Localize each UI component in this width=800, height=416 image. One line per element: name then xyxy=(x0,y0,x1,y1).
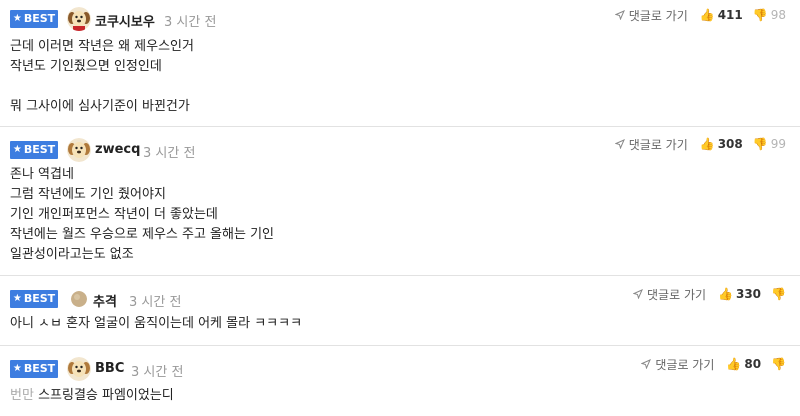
comment-line: 그럼 작년에도 기인 줬어야지 xyxy=(10,187,166,202)
like-button[interactable]: 👍 308 xyxy=(700,137,743,151)
dislike-button[interactable]: 👎 xyxy=(771,287,786,301)
dislike-button[interactable]: 👎 98 xyxy=(753,8,786,22)
comment-body: 존나 역겹네 그럼 작년에도 기인 줬어야지 기인 개인퍼포먼스 작년이 더 좋… xyxy=(10,165,274,265)
star-icon: ★ xyxy=(12,363,22,374)
thumbs-down-icon: 👎 xyxy=(752,8,768,22)
like-button[interactable]: 👍 411 xyxy=(700,8,743,22)
send-icon xyxy=(614,10,625,20)
comment-line: 근데 이러면 작년은 왜 제우스인거 xyxy=(10,39,194,54)
comment-line: 작년도 기인줬으면 인정인데 xyxy=(10,59,162,74)
like-count: 308 xyxy=(717,137,743,151)
thumbs-up-icon: 👍 xyxy=(726,357,742,371)
avatar[interactable] xyxy=(71,291,87,307)
avatar[interactable] xyxy=(67,7,91,31)
thumbs-up-icon: 👍 xyxy=(699,137,715,151)
like-count: 411 xyxy=(717,8,743,22)
comment-line: 아니 ㅅㅂ 혼자 얼굴이 움직이는데 어케 몰라 ㅋㅋㅋㅋ xyxy=(10,316,303,331)
comment-time: 3 시간 전 xyxy=(129,295,182,310)
comment-line: 작년에는 월즈 우승으로 제우스 주고 올해는 기인 xyxy=(10,227,274,242)
dog-avatar xyxy=(67,7,91,31)
reply-link[interactable]: 댓글로 가기 xyxy=(641,356,714,373)
dislike-count: 99 xyxy=(770,137,786,151)
comment-item: ★ BEST BBC 3 시간 전 댓글로 가기 👍 80 👎 번만 스프링결승… xyxy=(0,346,800,416)
comment-author[interactable]: BBC xyxy=(95,361,124,376)
reply-link-label: 댓글로 가기 xyxy=(647,287,707,302)
comment-line xyxy=(10,77,194,97)
like-button[interactable]: 👍 330 xyxy=(718,287,761,301)
like-button[interactable]: 👍 80 xyxy=(726,357,761,371)
send-icon xyxy=(614,139,625,149)
thumbs-up-icon: 👍 xyxy=(718,287,733,301)
best-badge: ★ BEST xyxy=(10,141,58,159)
comment-body: 번만 스프링결승 파엠이었는디 xyxy=(10,386,174,406)
avatar[interactable] xyxy=(67,138,91,162)
best-badge: ★ BEST xyxy=(10,10,58,28)
dislike-button[interactable]: 👎 xyxy=(771,357,786,371)
comment-author[interactable]: 추격 xyxy=(93,291,117,310)
reply-link-label: 댓글로 가기 xyxy=(655,357,715,372)
comment-line: 일관성이라고는도 없조 xyxy=(10,247,134,262)
comment-item: ★ BEST 코쿠시보우 3 시간 전 댓글로 가기 👍 411 👎 98 근데… xyxy=(0,0,800,127)
comment-prefix: 번만 xyxy=(10,388,34,403)
dog-avatar xyxy=(67,138,91,162)
comment-line: 스프링결승 파엠이었는디 xyxy=(38,388,174,403)
reply-link[interactable]: 댓글로 가기 xyxy=(633,286,706,303)
best-badge-label: BEST xyxy=(23,362,56,375)
comment-time: 3 시간 전 xyxy=(143,146,196,161)
best-badge: ★ BEST xyxy=(10,360,58,378)
avatar[interactable] xyxy=(67,357,91,381)
reply-link-label: 댓글로 가기 xyxy=(628,8,688,23)
comment-line: 뭐 그사이에 심사기준이 바뀐건가 xyxy=(10,99,190,114)
comment-item: ★ BEST zwecq 3 시간 전 댓글로 가기 👍 308 👎 99 존나… xyxy=(0,127,800,276)
send-icon xyxy=(641,359,652,369)
ball-avatar xyxy=(71,291,87,307)
comment-author[interactable]: zwecq xyxy=(95,142,140,157)
reply-link[interactable]: 댓글로 가기 xyxy=(614,136,688,153)
best-badge: ★ BEST xyxy=(10,290,58,308)
reply-link[interactable]: 댓글로 가기 xyxy=(614,7,688,24)
like-count: 80 xyxy=(744,357,762,371)
comment-line: 기인 개인퍼포먼스 작년이 더 좋았는데 xyxy=(10,207,218,222)
star-icon: ★ xyxy=(12,144,22,155)
thumbs-down-icon: 👎 xyxy=(771,357,786,371)
reply-link-label: 댓글로 가기 xyxy=(628,137,688,152)
dislike-count: 98 xyxy=(770,8,786,22)
star-icon: ★ xyxy=(12,293,22,304)
thumbs-up-icon: 👍 xyxy=(699,8,715,22)
comment-time: 3 시간 전 xyxy=(131,365,184,380)
best-badge-label: BEST xyxy=(23,12,56,25)
comment-time: 3 시간 전 xyxy=(164,15,217,30)
comment-body: 아니 ㅅㅂ 혼자 얼굴이 움직이는데 어케 몰라 ㅋㅋㅋㅋ xyxy=(10,314,302,334)
best-badge-label: BEST xyxy=(23,143,56,156)
send-icon xyxy=(633,289,643,299)
best-badge-label: BEST xyxy=(23,292,56,305)
comment-body: 근데 이러면 작년은 왜 제우스인거 작년도 기인줬으면 인정인데 뭐 그사이에… xyxy=(10,37,194,117)
comment-line: 존나 역겹네 xyxy=(10,167,74,182)
like-count: 330 xyxy=(735,287,762,301)
star-icon: ★ xyxy=(12,13,22,24)
dislike-button[interactable]: 👎 99 xyxy=(753,137,786,151)
thumbs-down-icon: 👎 xyxy=(752,137,768,151)
comment-author[interactable]: 코쿠시보우 xyxy=(95,11,155,30)
dog-avatar xyxy=(67,357,91,381)
comment-item: ★ BEST 추격 3 시간 전 댓글로 가기 👍 330 👎 아니 ㅅㅂ 혼자… xyxy=(0,276,800,346)
thumbs-down-icon: 👎 xyxy=(771,287,786,301)
